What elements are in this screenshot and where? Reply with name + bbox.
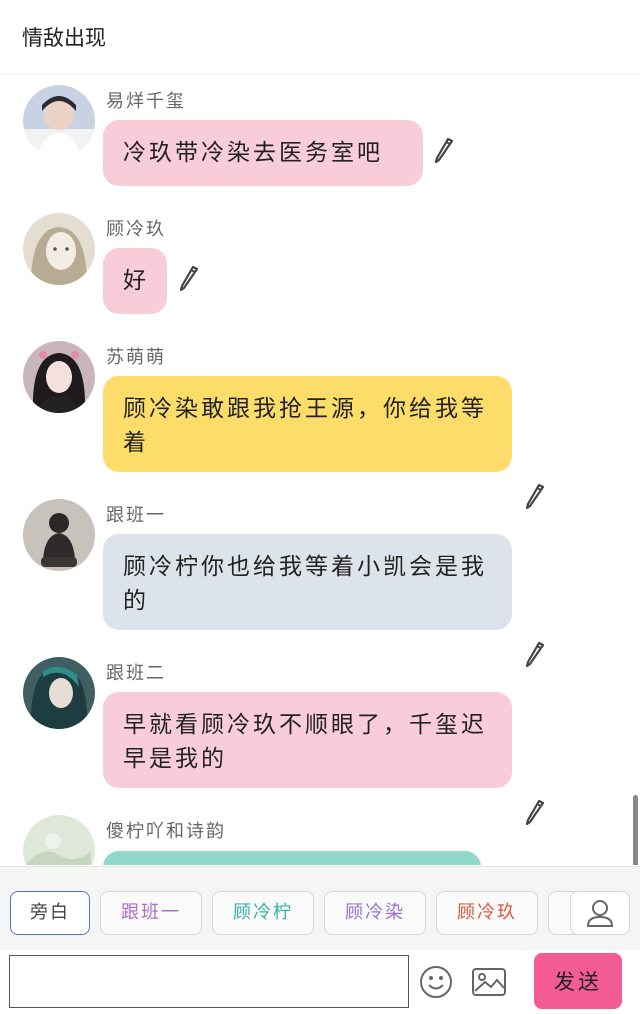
avatar[interactable] xyxy=(23,499,95,571)
message-bubble[interactable]: 好 xyxy=(103,248,167,314)
message-bubble[interactable] xyxy=(103,851,481,865)
image-icon[interactable] xyxy=(471,966,507,998)
sender-name: 顾冷玖 xyxy=(106,219,166,240)
smiley-icon[interactable] xyxy=(419,965,453,999)
send-button[interactable]: 发送 xyxy=(534,953,622,1009)
chip-gu-lengran[interactable]: 顾冷染 xyxy=(324,891,426,935)
input-bar: 发送 xyxy=(0,950,640,1014)
avatar[interactable] xyxy=(23,815,95,865)
scrollbar[interactable] xyxy=(633,795,638,865)
user-icon xyxy=(586,900,614,927)
pencil-icon[interactable] xyxy=(178,263,200,291)
page-title: 情敌出现 xyxy=(22,26,106,50)
pencil-icon[interactable] xyxy=(524,639,546,667)
chip-gu-lengjiu[interactable]: 顾冷玖 xyxy=(436,891,538,935)
sender-name: 苏萌萌 xyxy=(106,347,166,368)
message-bubble[interactable]: 顾冷柠你也给我等着小凯会是我的 xyxy=(103,534,512,630)
avatar[interactable] xyxy=(23,213,95,285)
sender-name: 跟班一 xyxy=(106,505,166,526)
message-bubble[interactable]: 早就看顾冷玖不顺眼了，千玺迟早是我的 xyxy=(103,692,512,788)
chip-gu-lengning[interactable]: 顾冷柠 xyxy=(212,891,314,935)
sender-name: 跟班二 xyxy=(106,663,166,684)
chat-area[interactable]: 易烊千玺 冷玖带冷染去医务室吧 顾冷玖 好 苏萌萌 顾冷染敢跟我抢王源，你给我等… xyxy=(0,75,640,865)
message-bubble[interactable]: 冷玖带冷染去医务室吧 xyxy=(103,120,423,186)
message-input[interactable] xyxy=(9,955,409,1008)
avatar[interactable] xyxy=(23,341,95,413)
pencil-icon[interactable] xyxy=(433,135,455,163)
character-selector: 旁白 跟班一 顾冷柠 顾冷染 顾冷玖 xyxy=(0,866,640,951)
chip-follower-one[interactable]: 跟班一 xyxy=(100,891,202,935)
avatar[interactable] xyxy=(23,85,95,157)
sender-name: 傻柠吖和诗韵 xyxy=(106,821,226,842)
user-button[interactable] xyxy=(570,891,630,935)
message-bubble[interactable]: 顾冷染敢跟我抢王源，你给我等着 xyxy=(103,376,512,472)
pencil-icon[interactable] xyxy=(524,797,546,825)
top-bar: 情敌出现 xyxy=(0,0,640,75)
pencil-icon[interactable] xyxy=(524,481,546,509)
avatar[interactable] xyxy=(23,657,95,729)
chip-narrator[interactable]: 旁白 xyxy=(10,891,90,935)
sender-name: 易烊千玺 xyxy=(106,91,186,112)
